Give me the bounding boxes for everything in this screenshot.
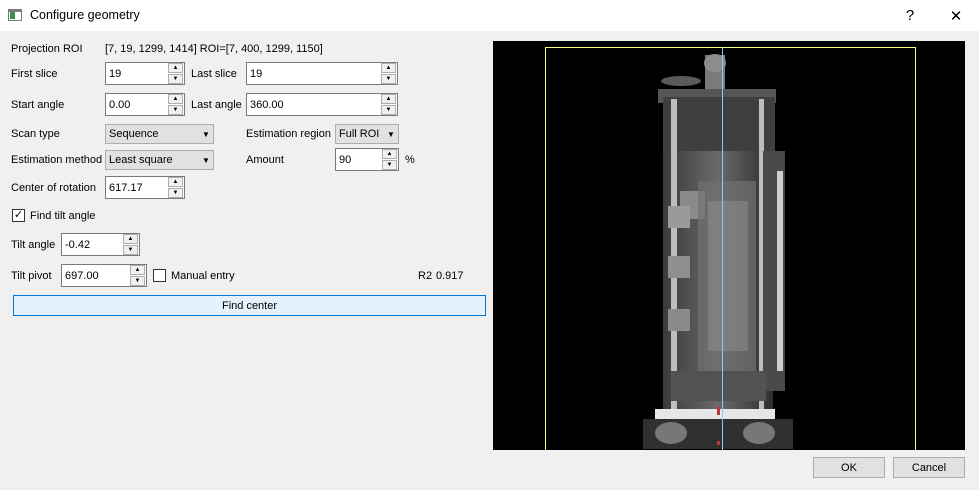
last-angle-spin-buttons[interactable]: ▲ ▼ (381, 94, 396, 115)
manual-entry-label: Manual entry (171, 270, 235, 282)
last-angle-label: Last angle (191, 99, 242, 111)
first-slice-value: 19 (109, 67, 122, 80)
center-of-rotation-value: 617.17 (109, 181, 143, 194)
amount-spin-buttons[interactable]: ▲ ▼ (382, 149, 397, 170)
last-slice-spinbox[interactable]: 19 ▲ ▼ (246, 62, 398, 85)
spin-down-icon[interactable]: ▼ (168, 105, 183, 115)
estimation-region-value: Full ROI (339, 128, 380, 140)
spin-down-icon[interactable]: ▼ (123, 245, 138, 255)
first-slice-spin-buttons[interactable]: ▲ ▼ (168, 63, 183, 84)
chevron-down-icon: ▼ (387, 129, 395, 139)
last-angle-spinbox[interactable]: 360.00 ▲ ▼ (246, 93, 398, 116)
checkmark-icon: ✓ (13, 209, 24, 221)
close-button[interactable]: ✕ (933, 0, 979, 31)
r2-value: 0.917 (436, 270, 464, 282)
title-bar (0, 0, 979, 31)
spin-up-icon[interactable]: ▲ (168, 63, 183, 73)
spin-up-icon[interactable]: ▲ (381, 63, 396, 73)
amount-unit: % (405, 154, 415, 166)
manual-entry-checkbox[interactable] (153, 269, 166, 282)
spin-down-icon[interactable]: ▼ (130, 276, 145, 286)
projection-preview[interactable] (493, 41, 965, 450)
estimation-region-select[interactable]: Full ROI ▼ (335, 124, 399, 144)
xray-projection-image (493, 41, 965, 450)
estimation-method-label: Estimation method (11, 154, 103, 166)
spin-down-icon[interactable]: ▼ (168, 74, 183, 84)
tilt-angle-spin-buttons[interactable]: ▲ ▼ (123, 234, 138, 255)
spin-up-icon[interactable]: ▲ (168, 94, 183, 104)
last-angle-value: 360.00 (250, 98, 284, 111)
find-center-button[interactable]: Find center (13, 295, 486, 316)
center-of-rotation-spin-buttons[interactable]: ▲ ▼ (168, 177, 183, 198)
estimation-method-value: Least square (109, 154, 173, 166)
start-angle-spin-buttons[interactable]: ▲ ▼ (168, 94, 183, 115)
tilt-angle-value: -0.42 (65, 238, 91, 251)
spin-down-icon[interactable]: ▼ (382, 160, 397, 170)
amount-value: 90 (339, 153, 352, 166)
spin-up-icon[interactable]: ▲ (123, 234, 138, 244)
last-slice-label: Last slice (191, 68, 237, 80)
amount-spinbox[interactable]: 90 ▲ ▼ (335, 148, 399, 171)
spin-up-icon[interactable]: ▲ (382, 149, 397, 159)
tilt-angle-label: Tilt angle (11, 239, 56, 251)
projection-roi-value: [7, 19, 1299, 1414] ROI=[7, 400, 1299, 1… (105, 43, 323, 55)
find-tilt-angle-label: Find tilt angle (30, 210, 96, 222)
tilt-pivot-spin-buttons[interactable]: ▲ ▼ (130, 265, 145, 286)
tilt-pivot-label: Tilt pivot (11, 270, 52, 282)
tilt-pivot-spinbox[interactable]: 697.00 ▲ ▼ (61, 264, 147, 287)
app-icon (8, 9, 22, 21)
spin-up-icon[interactable]: ▲ (168, 177, 183, 187)
scan-type-label: Scan type (11, 128, 60, 140)
scan-type-value: Sequence (109, 128, 159, 140)
last-slice-spin-buttons[interactable]: ▲ ▼ (381, 63, 396, 84)
estimation-region-label: Estimation region (246, 128, 331, 140)
start-angle-spinbox[interactable]: 0.00 ▲ ▼ (105, 93, 185, 116)
projection-roi-label: Projection ROI (11, 43, 83, 55)
center-of-rotation-label: Center of rotation (11, 182, 96, 194)
estimation-method-select[interactable]: Least square ▼ (105, 150, 214, 170)
find-tilt-angle-checkbox[interactable]: ✓ (12, 209, 25, 222)
window-title: Configure geometry (30, 8, 140, 22)
first-slice-spinbox[interactable]: 19 ▲ ▼ (105, 62, 185, 85)
spin-down-icon[interactable]: ▼ (381, 105, 396, 115)
spin-down-icon[interactable]: ▼ (381, 74, 396, 84)
last-slice-value: 19 (250, 67, 263, 80)
ok-button[interactable]: OK (813, 457, 885, 478)
help-button[interactable]: ? (887, 0, 933, 31)
amount-label: Amount (246, 154, 284, 166)
start-angle-label: Start angle (11, 99, 65, 111)
start-angle-value: 0.00 (109, 98, 131, 111)
cancel-button[interactable]: Cancel (893, 457, 965, 478)
first-slice-label: First slice (11, 68, 58, 80)
tilt-pivot-value: 697.00 (65, 269, 99, 282)
chevron-down-icon: ▼ (202, 129, 210, 139)
spin-up-icon[interactable]: ▲ (381, 94, 396, 104)
spin-up-icon[interactable]: ▲ (130, 265, 145, 275)
tilt-angle-spinbox[interactable]: -0.42 ▲ ▼ (61, 233, 140, 256)
r2-label: R2 (418, 270, 433, 282)
center-of-rotation-spinbox[interactable]: 617.17 ▲ ▼ (105, 176, 185, 199)
chevron-down-icon: ▼ (202, 155, 210, 165)
spin-down-icon[interactable]: ▼ (168, 188, 183, 198)
scan-type-select[interactable]: Sequence ▼ (105, 124, 214, 144)
